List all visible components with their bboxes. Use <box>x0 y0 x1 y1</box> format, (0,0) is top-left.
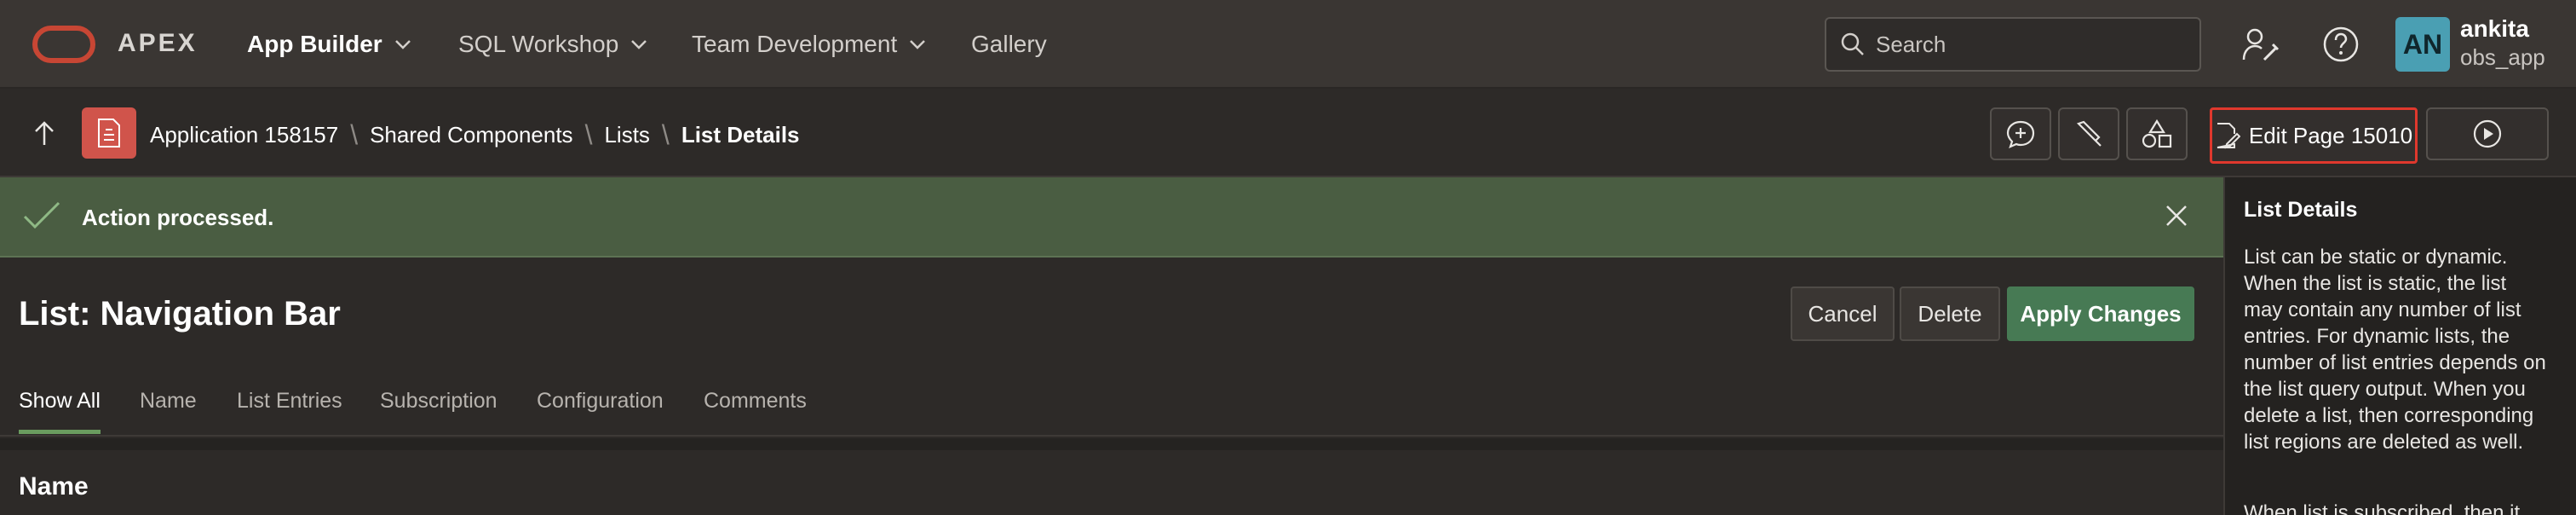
nav-team-development-label: Team Development <box>692 31 898 57</box>
nav-gallery[interactable]: Gallery <box>971 29 1047 60</box>
nav-gallery-label: Gallery <box>971 31 1047 57</box>
breadcrumb-separator: \ <box>661 119 670 150</box>
run-icon <box>2473 119 2502 148</box>
breadcrumb: Application 158157 \ Shared Components \… <box>150 119 800 151</box>
workspace-name: obs_app <box>2460 44 2545 70</box>
edit-tool-icon <box>2076 120 2102 147</box>
help-text-more: When list is subscribed, then it <box>2244 501 2521 515</box>
edit-page-label: Edit Page 15010 <box>2248 122 2413 148</box>
nav-team-development[interactable]: Team Development <box>692 29 926 60</box>
edit-page-button[interactable]: Edit Page 15010 <box>2210 107 2418 164</box>
chevron-down-icon <box>394 40 411 49</box>
nav-sql-workshop[interactable]: SQL Workshop <box>458 29 647 60</box>
success-alert <box>0 177 2223 258</box>
help-icon[interactable] <box>2322 26 2360 63</box>
administration-icon[interactable] <box>2240 26 2280 63</box>
tab-name[interactable]: Name <box>140 389 197 414</box>
edit-page-icon <box>2217 123 2240 149</box>
tab-list-entries[interactable]: List Entries <box>237 389 342 414</box>
breadcrumb-item[interactable]: Shared Components <box>370 122 572 148</box>
avatar[interactable]: AN <box>2395 17 2450 72</box>
breadcrumb-separator: \ <box>350 119 359 150</box>
breadcrumb-current: List Details <box>681 122 800 148</box>
breadcrumb-item[interactable]: Application 158157 <box>150 122 338 148</box>
search-input[interactable]: Search <box>1825 17 2201 72</box>
search-icon <box>1841 32 1864 55</box>
application-icon[interactable] <box>82 107 136 159</box>
breadcrumb-separator: \ <box>584 119 593 150</box>
user-name[interactable]: ankita <box>2460 15 2529 43</box>
edit-tool-button[interactable] <box>2058 107 2119 160</box>
breadcrumb-item[interactable]: Lists <box>604 122 649 148</box>
tab-configuration[interactable]: Configuration <box>537 389 664 414</box>
nav-sql-workshop-label: SQL Workshop <box>458 31 619 57</box>
content-divider <box>0 438 2223 450</box>
shapes-icon <box>2142 119 2172 148</box>
tab-show-all[interactable]: Show All <box>19 389 101 414</box>
comment-button[interactable] <box>1990 107 2051 160</box>
search-placeholder: Search <box>1876 31 1946 57</box>
tab-comments[interactable]: Comments <box>704 389 807 414</box>
check-icon <box>22 200 61 230</box>
run-page-button[interactable] <box>2426 107 2549 160</box>
alert-message: Action processed. <box>82 205 274 230</box>
chevron-down-icon <box>910 40 926 49</box>
page-title: List: Navigation Bar <box>19 295 341 333</box>
oracle-logo-icon[interactable] <box>32 26 95 63</box>
comment-icon <box>2006 120 2035 148</box>
help-title: List Details <box>2244 198 2358 222</box>
shared-components-button[interactable] <box>2126 107 2188 160</box>
help-text: List can be static or dynamic. When the … <box>2244 246 2546 454</box>
close-icon[interactable] <box>2164 203 2189 229</box>
section-heading-name: Name <box>19 472 89 501</box>
avatar-initials: AN <box>2402 28 2443 60</box>
chevron-down-icon <box>631 40 647 49</box>
active-tab-indicator <box>19 430 101 434</box>
nav-app-builder-label: App Builder <box>247 31 382 57</box>
cancel-button[interactable]: Cancel <box>1791 286 1895 341</box>
delete-button[interactable]: Delete <box>1900 286 2000 341</box>
apex-brand[interactable]: APEX <box>118 29 198 58</box>
tab-subscription[interactable]: Subscription <box>380 389 497 414</box>
nav-app-builder[interactable]: App Builder <box>247 29 411 60</box>
apply-changes-button[interactable]: Apply Changes <box>2007 286 2194 341</box>
arrow-up-icon[interactable] <box>29 119 60 147</box>
